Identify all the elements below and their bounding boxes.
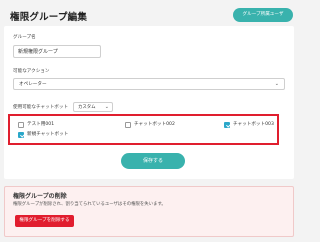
delete-group-button[interactable]: 権限グループを削除する bbox=[15, 215, 74, 227]
checkbox-checked[interactable] bbox=[18, 132, 24, 138]
chatbot-mode-value: カスタム bbox=[78, 105, 96, 110]
chatbot-mode-select[interactable]: カスタム ⌄ bbox=[73, 102, 113, 112]
chevron-down-icon: ⌄ bbox=[274, 81, 279, 87]
bot-label: テスト用001 bbox=[27, 122, 55, 127]
action-label: 可能なアクション bbox=[13, 69, 50, 74]
save-button[interactable]: 保存する bbox=[121, 153, 185, 169]
page-title: 権限グループ編集 bbox=[10, 12, 88, 23]
bot-label: 新規チャットボット bbox=[27, 132, 69, 137]
group-name-label: グループ名 bbox=[13, 35, 36, 40]
action-select[interactable]: オペレーター ⌄ bbox=[13, 78, 285, 90]
delete-section-title: 権限グループの削除 bbox=[13, 193, 67, 200]
bot-label: チャットボット002 bbox=[134, 122, 175, 127]
checkbox[interactable] bbox=[125, 122, 131, 128]
group-name-input[interactable]: 新規権限グループ bbox=[13, 45, 101, 58]
delete-section: 権限グループの削除 権限グループが削除され、割り当てられているユーザはその権限を… bbox=[4, 186, 294, 237]
chevron-down-icon: ⌄ bbox=[104, 104, 109, 110]
checkbox-checked[interactable] bbox=[224, 122, 230, 128]
chatbot-checkbox-group: テスト用001 チャットボット002 チャットボット003 新規チャットボット bbox=[8, 114, 279, 145]
checkbox[interactable] bbox=[18, 122, 24, 128]
edit-form-card: グループ名 新規権限グループ 可能なアクション オペレーター ⌄ 使用可能なチャ… bbox=[4, 26, 294, 179]
bot-label: チャットボット003 bbox=[233, 122, 274, 127]
delete-section-description: 権限グループが削除され、割り当てられているユーザはその権限を失います。 bbox=[13, 202, 166, 207]
action-select-value: オペレーター bbox=[19, 82, 47, 87]
chatbot-label: 使用可能なチャットボット bbox=[13, 105, 69, 110]
group-members-button[interactable]: グループ所属ユーザ bbox=[233, 8, 293, 22]
page: 権限グループ編集 グループ所属ユーザ グループ名 新規権限グループ 可能なアクシ… bbox=[0, 0, 300, 242]
